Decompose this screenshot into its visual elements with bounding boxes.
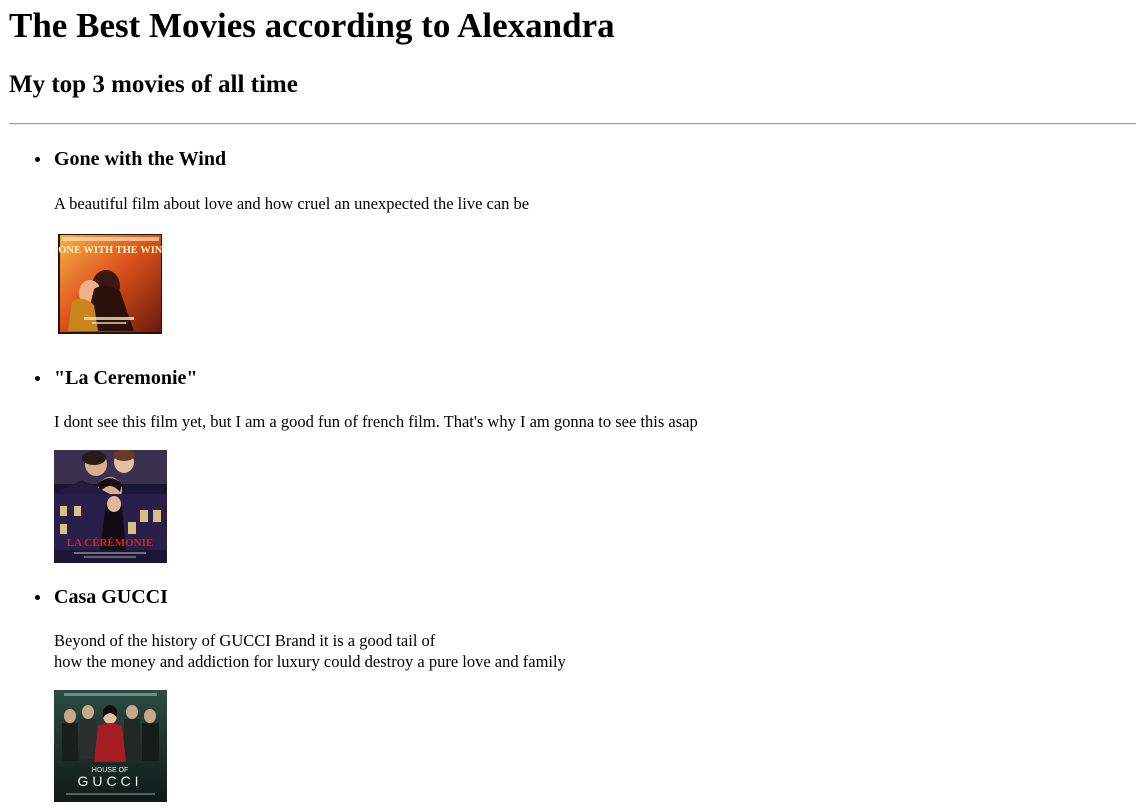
- poster-title-text: LA CÉRÉMONIE: [67, 537, 154, 549]
- movie-description: A beautiful film about love and how crue…: [54, 194, 530, 213]
- movie-description-line: how the money and addiction for luxury c…: [54, 652, 566, 671]
- page-title: The Best Movies according to Alexandra: [9, 6, 615, 45]
- movie-title: "La Ceremonie": [54, 367, 198, 389]
- bullet-icon: [35, 595, 40, 600]
- movie-description: Beyond of the history of GUCCI Brand it …: [54, 630, 566, 672]
- bullet-icon: [35, 157, 40, 162]
- page: The Best Movies according to Alexandra M…: [0, 0, 1136, 810]
- bullet-icon: [35, 376, 40, 381]
- poster-title-text: GUCCI: [77, 773, 142, 789]
- movie-poster-image: LA CÉRÉMONIE: [54, 450, 167, 563]
- movie-description-line: Beyond of the history of GUCCI Brand it …: [54, 631, 436, 650]
- movie-description: I dont see this film yet, but I am a goo…: [54, 412, 698, 431]
- movie-title: Gone with the Wind: [54, 148, 227, 170]
- poster-title-text: GONE WITH THE WIND: [54, 245, 164, 256]
- page-subtitle: My top 3 movies of all time: [9, 71, 298, 98]
- movie-title: Casa GUCCI: [54, 586, 168, 608]
- horizontal-divider: [9, 123, 1136, 125]
- movie-poster-image: HOUSE OF GUCCI: [54, 690, 167, 802]
- movie-poster-image: GONE WITH THE WIND: [54, 231, 164, 335]
